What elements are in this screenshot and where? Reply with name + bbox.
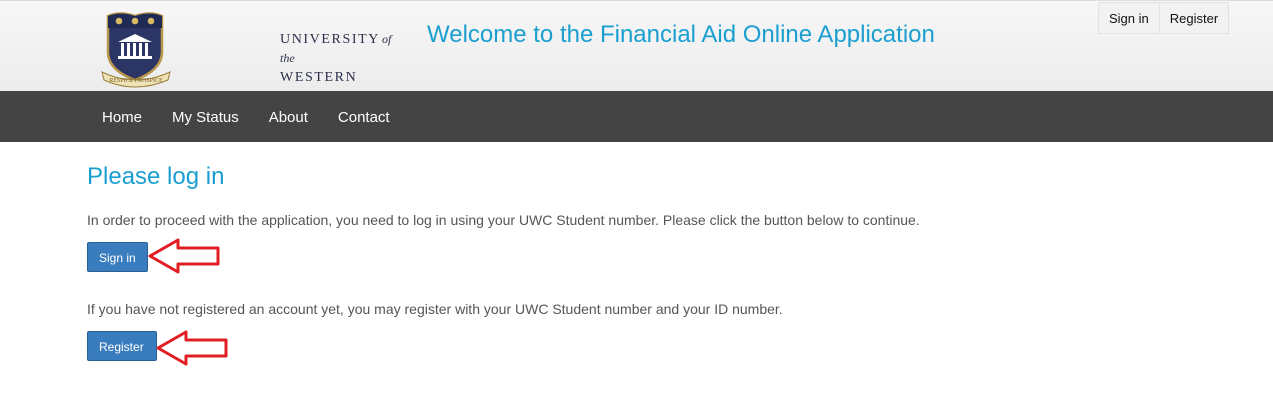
- annotation-arrow-register-icon: [156, 330, 228, 366]
- svg-text:RESPICE PROSPICE: RESPICE PROSPICE: [109, 78, 163, 84]
- main-content: Please log in In order to proceed with t…: [87, 160, 1187, 361]
- annotation-arrow-signin-icon: [148, 238, 220, 274]
- header-signin-button[interactable]: Sign in: [1098, 2, 1160, 34]
- site-header: RESPICE PROSPICE UNIVERSITY of the WESTER…: [0, 0, 1273, 104]
- logo-line-1: UNIVERSITY: [280, 32, 380, 47]
- crest-icon: RESPICE PROSPICE: [101, 12, 171, 88]
- nav-item-contact[interactable]: Contact: [323, 91, 405, 142]
- nav-item-about[interactable]: About: [254, 91, 323, 142]
- register-instructions: If you have not registered an account ye…: [87, 301, 783, 317]
- page-header-title: Welcome to the Financial Aid Online Appl…: [427, 21, 935, 48]
- header-register-button[interactable]: Register: [1159, 2, 1230, 34]
- main-navbar: Home My Status About Contact: [0, 91, 1273, 142]
- account-links: Sign in Register: [1098, 2, 1230, 34]
- nav-item-my-status[interactable]: My Status: [157, 91, 254, 142]
- login-instructions: In order to proceed with the application…: [87, 212, 920, 228]
- register-button[interactable]: Register: [87, 331, 157, 361]
- nav-item-home[interactable]: Home: [87, 91, 157, 142]
- page-title: Please log in: [87, 163, 225, 190]
- university-logo[interactable]: RESPICE PROSPICE UNIVERSITY of the WESTER…: [100, 8, 391, 104]
- signin-button[interactable]: Sign in: [87, 242, 148, 272]
